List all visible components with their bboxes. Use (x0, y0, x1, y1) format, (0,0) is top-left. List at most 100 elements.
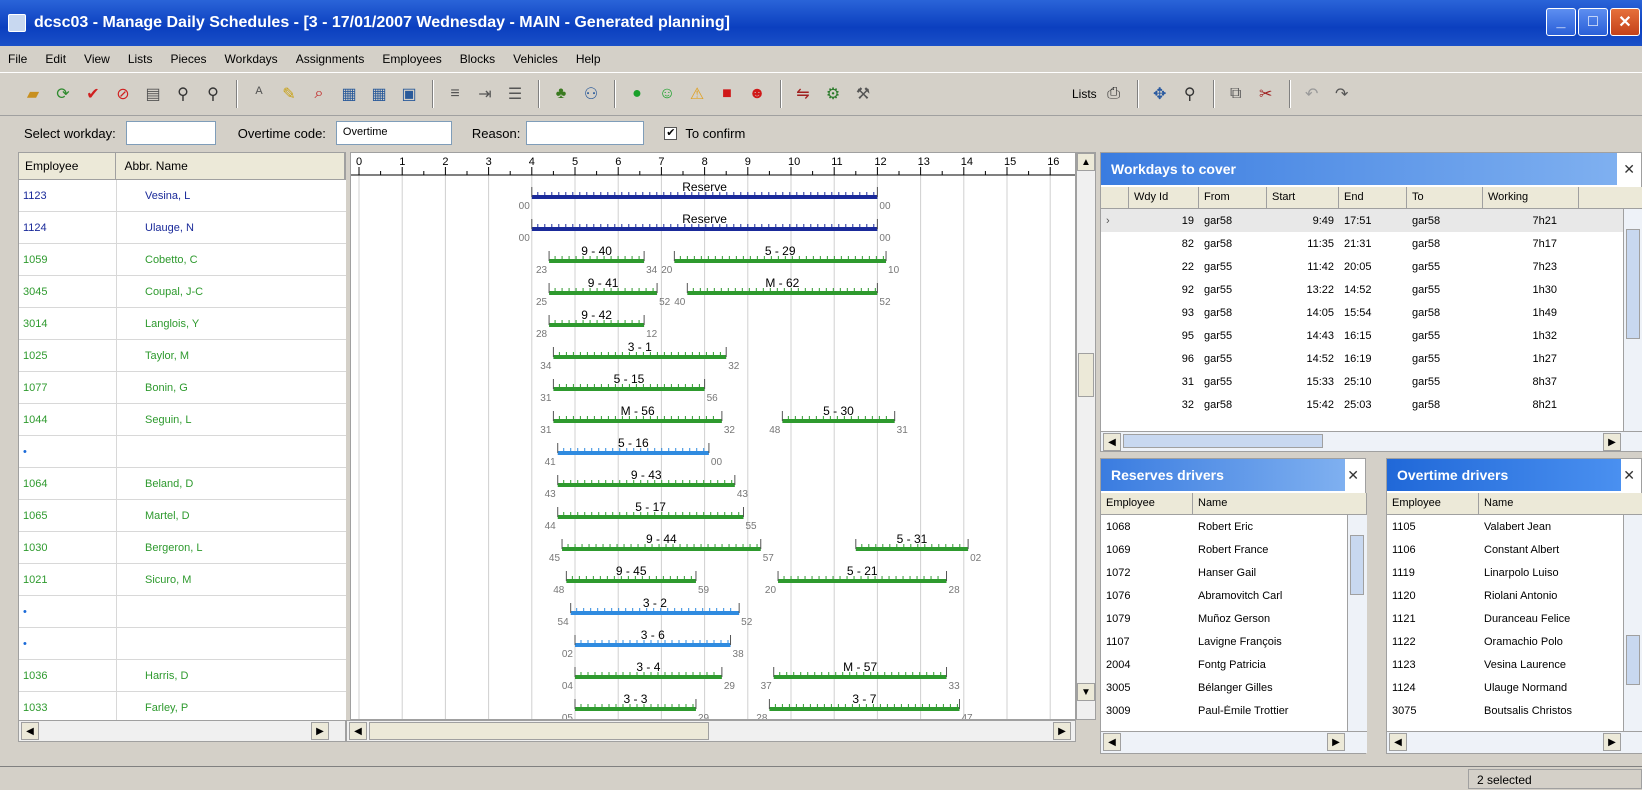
column-employee[interactable]: Employee (19, 153, 117, 179)
search-icon[interactable]: ⚲ (1179, 83, 1201, 105)
piece-bar[interactable]: M - 56 31 32 (540, 404, 735, 436)
scroll-right-icon[interactable]: ▶ (1603, 733, 1621, 751)
workday-row[interactable]: 32 gar58 15:42 25:03 gar58 8h21 (1101, 393, 1623, 416)
warning-icon[interactable]: ⚠ (686, 83, 708, 105)
zoom-icon[interactable]: ⌕ (308, 83, 330, 105)
workday-row[interactable]: 93 gar58 14:05 15:54 gar58 1h49 (1101, 301, 1623, 324)
list-icon[interactable]: ☰ (504, 83, 526, 105)
find-next-icon[interactable]: ⚲ (202, 83, 224, 105)
employee-row[interactable]: 1036 Harris, D (19, 660, 346, 692)
group-icon[interactable]: ♣ (550, 83, 572, 105)
green-circle-icon[interactable]: ● (626, 83, 648, 105)
employee-row[interactable]: 1123 Vesina, L (19, 180, 346, 212)
workday-row[interactable]: 82 gar58 11:35 21:31 gar58 7h17 (1101, 232, 1623, 255)
column-wdy-id[interactable]: Wdy Id (1129, 187, 1199, 208)
checkmark-icon[interactable]: ✔ (82, 83, 104, 105)
driver-row[interactable]: 2004 Fontg Patricia (1101, 653, 1347, 676)
menu-lists[interactable]: Lists (128, 52, 153, 66)
schedule-gantt[interactable]: 0 1 2 3 4 5 6 7 8 9 10 11 12 13 14 15 16 Reserve 00 00 Reser… (350, 152, 1076, 720)
column-end[interactable]: End (1339, 187, 1407, 208)
scroll-up-icon[interactable]: ▲ (1077, 153, 1095, 171)
driver-row[interactable]: 1079 Muñoz Gerson (1101, 607, 1347, 630)
driver-row[interactable]: 1106 Constant Albert (1387, 538, 1623, 561)
driver-row[interactable]: 1123 Vesina Laurence (1387, 653, 1623, 676)
driver-row[interactable]: 1072 Hanser Gail (1101, 561, 1347, 584)
piece-bar[interactable]: 9 - 45 48 59 (553, 564, 709, 596)
scroll-down-icon[interactable]: ▼ (1077, 683, 1095, 701)
column-from[interactable]: From (1199, 187, 1267, 208)
piece-bar[interactable]: 5 - 15 31 56 (540, 372, 718, 404)
close-icon[interactable]: ✕ (1623, 161, 1635, 178)
user-remove-icon[interactable]: ☻ (746, 83, 768, 105)
driver-row[interactable]: 3005 Bélanger Gilles (1101, 676, 1347, 699)
piece-bar[interactable]: 3 - 1 34 32 (540, 340, 739, 372)
driver-row[interactable]: 1121 Duranceau Felice (1387, 607, 1623, 630)
menu-workdays[interactable]: Workdays (225, 52, 278, 66)
redo-icon[interactable]: ↷ (1331, 83, 1353, 105)
pencil-icon[interactable]: ✎ (278, 83, 300, 105)
driver-row[interactable]: 1076 Abramovitch Carl (1101, 584, 1347, 607)
workdays-horizontal-scrollbar[interactable]: ◀ ▶ (1101, 431, 1642, 451)
employee-row[interactable]: • (19, 628, 346, 660)
maximize-button[interactable]: □ (1578, 8, 1608, 36)
driver-row[interactable]: 3075 Boutsalis Christos (1387, 699, 1623, 722)
workday-row[interactable]: › 19 gar58 9:49 17:51 gar58 7h21 (1101, 209, 1623, 232)
employee-row[interactable]: 3014 Langlois, Y (19, 308, 346, 340)
column-employee[interactable]: Employee (1387, 493, 1479, 514)
menu-vehicles[interactable]: Vehicles (513, 52, 558, 66)
to-confirm-checkbox[interactable]: ✔ (664, 126, 678, 140)
piece-bar[interactable]: 3 - 2 54 52 (558, 596, 753, 628)
scroll-left-icon[interactable]: ◀ (1103, 733, 1121, 751)
align-icon[interactable]: ≡ (444, 83, 466, 105)
employee-row[interactable]: 1025 Taylor, M (19, 340, 346, 372)
employee-row[interactable]: 1021 Sicuro, M (19, 564, 346, 596)
close-button[interactable]: ✕ (1610, 8, 1640, 36)
workday-row[interactable]: 22 gar55 11:42 20:05 gar55 7h23 (1101, 255, 1623, 278)
driver-row[interactable]: 3009 Paul-Émile Trottier (1101, 699, 1347, 722)
menu-view[interactable]: View (84, 52, 110, 66)
scroll-left-icon[interactable]: ◀ (349, 722, 367, 740)
employee-row[interactable]: • (19, 596, 346, 628)
driver-row[interactable]: 1107 Lavigne François (1101, 630, 1347, 653)
split-icon[interactable]: ▦ (338, 83, 360, 105)
open-folder-icon[interactable]: ▰ (22, 83, 44, 105)
scroll-thumb[interactable] (1350, 535, 1364, 595)
column-start[interactable]: Start (1267, 187, 1339, 208)
scroll-right-icon[interactable]: ▶ (1327, 733, 1345, 751)
piece-bar[interactable]: 9 - 42 28 12 (536, 308, 658, 340)
menu-employees[interactable]: Employees (382, 52, 441, 66)
reserves-vertical-scrollbar[interactable] (1347, 515, 1367, 731)
piece-bar[interactable]: 5 - 29 20 10 (661, 244, 899, 276)
workday-input[interactable] (125, 121, 216, 145)
scroll-thumb[interactable] (1626, 635, 1640, 685)
menu-assignments[interactable]: Assignments (296, 52, 365, 66)
reserves-horizontal-scrollbar[interactable]: ◀ ▶ (1101, 731, 1367, 753)
piece-bar[interactable]: 5 - 17 44 55 (545, 500, 757, 532)
employee-grid-scrollbar[interactable]: ◀ ▶ (18, 720, 346, 742)
employee-row[interactable]: 1077 Bonin, G (19, 372, 346, 404)
driver-row[interactable]: 1120 Riolani Antonio (1387, 584, 1623, 607)
driver-row[interactable]: 1122 Oramachio Polo (1387, 630, 1623, 653)
piece-bar[interactable]: 5 - 21 20 28 (765, 564, 960, 596)
print-icon[interactable]: ⎙ (1103, 83, 1125, 105)
column-name[interactable]: Name (1193, 493, 1367, 514)
driver-row[interactable]: 1068 Robert Eric (1101, 515, 1347, 538)
scroll-thumb[interactable] (1123, 434, 1323, 448)
scroll-thumb[interactable] (1078, 353, 1094, 397)
scroll-left-icon[interactable]: ◀ (1389, 733, 1407, 751)
workday-row[interactable]: 31 gar55 15:33 25:10 gar55 8h37 (1101, 370, 1623, 393)
people-icon[interactable]: ⚇ (580, 83, 602, 105)
workdays-vertical-scrollbar[interactable] (1623, 209, 1642, 431)
find-icon[interactable]: ⚲ (172, 83, 194, 105)
close-icon[interactable]: ✕ (1623, 467, 1635, 484)
indent-icon[interactable]: ⇥ (474, 83, 496, 105)
gantt-horizontal-scrollbar[interactable]: ◀ ▶ (346, 720, 1076, 742)
overtime-horizontal-scrollbar[interactable]: ◀ ▶ (1387, 731, 1642, 753)
exchange-icon[interactable]: ⇋ (792, 83, 814, 105)
employee-row[interactable]: 1124 Ulauge, N (19, 212, 346, 244)
employee-row[interactable]: 1065 Martel, D (19, 500, 346, 532)
employee-row[interactable]: 1064 Beland, D (19, 468, 346, 500)
employee-row[interactable]: 1033 Farley, P (19, 692, 346, 720)
text-tool-icon[interactable]: ᴬ (248, 83, 270, 105)
scroll-right-icon[interactable]: ▶ (1053, 722, 1071, 740)
